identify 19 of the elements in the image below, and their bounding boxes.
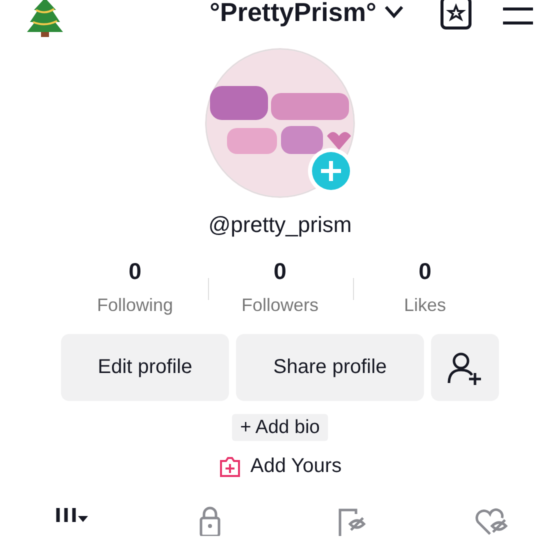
stat-label[interactable]: Likes	[404, 295, 446, 316]
christmas-tree-icon	[26, 0, 64, 38]
calendar-star-icon[interactable]	[440, 0, 472, 30]
profile-handle: @pretty_prism	[208, 212, 352, 238]
stat-count: 0	[128, 258, 142, 285]
username-title[interactable]: °PrettyPrism°	[210, 0, 376, 28]
add-friend-button[interactable]	[431, 334, 499, 401]
stat-label[interactable]: Followers	[241, 295, 319, 316]
stat-count: 0	[418, 258, 432, 285]
person-plus-icon	[447, 350, 483, 384]
chevron-down-icon[interactable]	[384, 5, 404, 19]
menu-icon[interactable]	[502, 6, 534, 26]
share-profile-button[interactable]: Share profile	[236, 334, 424, 401]
stat-count: 0	[274, 258, 286, 285]
add-yours-link[interactable]: Add Yours	[250, 455, 342, 478]
camera-plus-icon[interactable]	[218, 456, 242, 478]
add-bio-button[interactable]: + Add bio	[232, 414, 328, 441]
edit-profile-button[interactable]: Edit profile	[61, 334, 229, 401]
stat-label[interactable]: Following	[96, 295, 174, 316]
